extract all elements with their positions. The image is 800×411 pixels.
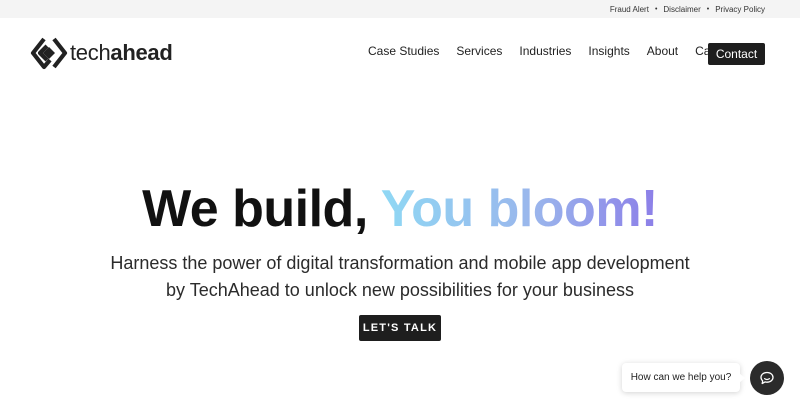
top-utility-bar: Fraud Alert • Disclaimer • Privacy Polic… xyxy=(0,0,800,18)
logo-wordmark: techahead xyxy=(70,40,173,65)
chat-launcher-button[interactable] xyxy=(750,361,784,395)
techahead-logo[interactable]: techahead xyxy=(30,36,173,70)
main-nav: Case Studies Services Industries Insight… xyxy=(368,44,755,58)
chat-icon xyxy=(760,371,774,385)
hero-subtitle: Harness the power of digital transformat… xyxy=(0,250,800,304)
hero-subtitle-line1: Harness the power of digital transformat… xyxy=(110,253,690,273)
nav-item-insights[interactable]: Insights xyxy=(588,44,629,58)
chat-prompt-bubble[interactable]: How can we help you? xyxy=(622,363,745,392)
contact-button[interactable]: Contact xyxy=(708,43,765,65)
nav-item-case-studies[interactable]: Case Studies xyxy=(368,44,439,58)
separator-dot: • xyxy=(706,5,710,13)
nav-item-industries[interactable]: Industries xyxy=(519,44,571,58)
hero-title-plain: We build, xyxy=(142,180,381,238)
separator-dot: • xyxy=(654,5,658,13)
techahead-logo-icon xyxy=(30,37,68,70)
nav-item-services[interactable]: Services xyxy=(456,44,502,58)
hero-subtitle-line2: by TechAhead to unlock new possibilities… xyxy=(166,280,634,300)
fraud-alert-link[interactable]: Fraud Alert xyxy=(610,5,649,14)
site-header: techahead Case Studies Services Industri… xyxy=(0,18,800,90)
privacy-policy-link[interactable]: Privacy Policy xyxy=(715,5,765,14)
lets-talk-button[interactable]: LET'S TALK xyxy=(359,315,441,341)
hero-title: We build, You bloom! xyxy=(0,178,800,240)
disclaimer-link[interactable]: Disclaimer xyxy=(663,5,700,14)
nav-item-about[interactable]: About xyxy=(647,44,678,58)
hero-title-accent: You bloom! xyxy=(380,180,659,238)
